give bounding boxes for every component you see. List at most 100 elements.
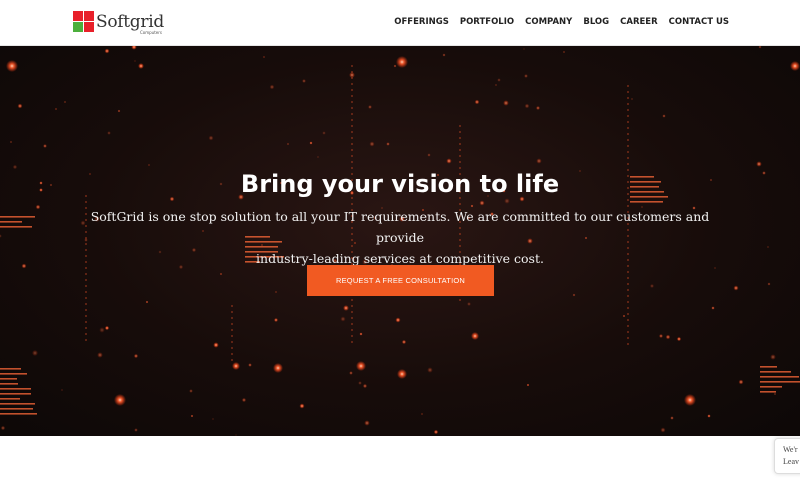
softgrid-logo[interactable]: Softgrid Computers	[73, 11, 173, 37]
background-light-dot	[758, 46, 762, 49]
background-light-dot	[84, 332, 88, 336]
background-code-line	[0, 393, 31, 395]
background-light-dot	[343, 305, 349, 311]
site-header: Softgrid Computers OFFERINGS PORTFOLIO C…	[0, 0, 800, 46]
nav-item-career[interactable]: CAREER	[620, 17, 658, 27]
background-light-dot	[536, 158, 542, 164]
background-light-dot	[299, 403, 305, 409]
background-light-dot	[263, 56, 265, 58]
background-light-dot	[467, 302, 471, 306]
background-light-dot	[626, 336, 630, 340]
background-light-dot	[495, 84, 497, 86]
hero-banner: Bring your vision to life SoftGrid is on…	[0, 46, 800, 436]
background-light-dot	[458, 130, 462, 134]
background-light-dot	[350, 118, 354, 122]
background-light-dot	[269, 84, 275, 90]
background-light-dot	[32, 350, 38, 356]
background-light-dot	[711, 306, 715, 310]
background-light-dot	[230, 328, 234, 332]
background-light-dot	[471, 332, 479, 340]
background-light-dot	[756, 161, 762, 167]
background-light-dot	[9, 140, 13, 144]
background-light-dot	[773, 392, 777, 396]
chat-widget[interactable]: We'r Leav	[774, 438, 800, 474]
background-light-dot	[626, 306, 630, 310]
background-light-dot	[84, 326, 88, 330]
nav-item-offerings[interactable]: OFFERINGS	[394, 17, 449, 27]
background-light-dot	[770, 354, 776, 360]
background-light-dot	[84, 308, 88, 312]
logo-tagline: Computers	[140, 30, 162, 35]
background-light-dot	[369, 141, 375, 147]
background-light-dot	[427, 367, 433, 373]
chat-widget-line-1: We'r	[783, 445, 798, 454]
background-light-dot	[676, 336, 682, 342]
background-light-dot	[458, 298, 462, 302]
background-light-dot	[350, 340, 354, 344]
background-light-dot	[738, 379, 744, 385]
background-light-dot	[350, 112, 354, 116]
background-light-dot	[503, 100, 509, 106]
background-light-dot	[84, 200, 88, 204]
background-light-dot	[650, 284, 654, 288]
background-light-dot	[0, 234, 2, 238]
background-light-dot	[131, 46, 137, 50]
background-light-dot	[733, 285, 739, 291]
background-light-dot	[626, 144, 630, 148]
logo-wordmark: Softgrid	[96, 12, 164, 32]
background-light-dot	[133, 353, 139, 359]
nav-item-contact-us[interactable]: CONTACT US	[669, 17, 729, 27]
background-light-dot	[350, 148, 354, 152]
background-light-dot	[148, 164, 150, 166]
background-light-dot	[17, 103, 23, 109]
background-code-line	[0, 408, 33, 410]
background-light-dot	[230, 322, 234, 326]
background-code-line	[0, 413, 37, 415]
background-light-dot	[356, 361, 366, 371]
background-light-dot	[97, 352, 103, 358]
background-light-dot	[230, 358, 234, 362]
background-light-dot	[0, 425, 6, 431]
background-light-dot	[84, 338, 88, 342]
nav-item-blog[interactable]: BLOG	[583, 17, 609, 27]
request-consultation-button[interactable]: REQUEST A FREE CONSULTATION	[307, 265, 494, 296]
background-light-dot	[190, 414, 194, 418]
background-light-dot	[117, 109, 121, 113]
background-light-dot	[350, 160, 354, 164]
background-light-dot	[232, 362, 240, 370]
background-light-dot	[145, 300, 149, 304]
background-light-dot	[114, 394, 126, 406]
background-light-dot	[219, 272, 223, 276]
background-light-dot	[524, 103, 530, 109]
background-light-dot	[626, 330, 630, 334]
background-code-line	[760, 376, 799, 378]
background-light-dot	[401, 339, 407, 345]
background-code-line	[0, 216, 35, 218]
background-light-dot	[626, 96, 630, 100]
nav-item-portfolio[interactable]: PORTFOLIO	[460, 17, 514, 27]
background-light-dot	[274, 318, 278, 322]
background-light-dot	[446, 158, 452, 164]
background-light-dot	[396, 56, 408, 68]
background-light-dot	[626, 150, 630, 154]
background-light-dot	[622, 314, 626, 318]
background-light-dot	[458, 142, 462, 146]
background-light-dot	[626, 324, 630, 328]
background-light-dot	[286, 142, 290, 146]
background-light-dot	[626, 114, 630, 118]
background-light-dot	[350, 142, 354, 146]
background-light-dot	[626, 288, 630, 292]
background-light-dot	[55, 108, 57, 110]
background-light-dot	[362, 383, 368, 389]
background-light-dot	[349, 371, 353, 375]
background-light-dot	[359, 332, 363, 336]
background-light-dot	[526, 383, 530, 387]
main-nav: OFFERINGS PORTFOLIO COMPANY BLOG CAREER …	[394, 17, 729, 27]
background-code-line	[0, 388, 31, 390]
background-code-line	[0, 373, 27, 375]
background-light-dot	[458, 124, 462, 128]
nav-item-company[interactable]: COMPANY	[525, 17, 572, 27]
background-light-dot	[248, 363, 252, 367]
background-light-dot	[84, 320, 88, 324]
background-light-dot	[63, 100, 67, 104]
